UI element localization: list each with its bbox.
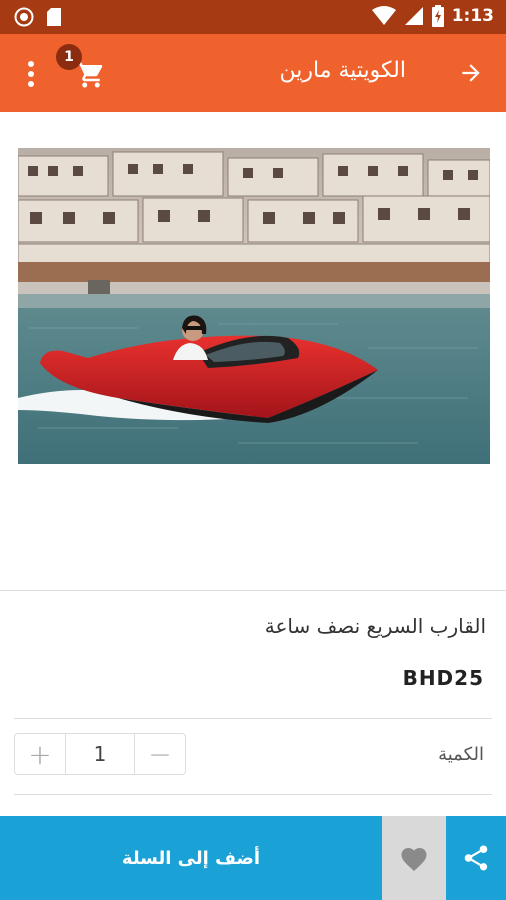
bottom-action-bar: أضف إلى السلة: [0, 816, 506, 900]
quantity-stepper: + 1 −: [14, 733, 186, 775]
share-button[interactable]: [446, 816, 506, 900]
arrow-forward-icon[interactable]: [458, 60, 484, 86]
status-bar: 1:13: [0, 0, 506, 34]
status-time: 1:13: [451, 6, 494, 26]
add-to-cart-button[interactable]: أضف إلى السلة: [0, 816, 382, 900]
record-icon: [14, 7, 34, 27]
increase-quantity-button[interactable]: +: [15, 734, 65, 774]
page-title: الكويتية مارين: [279, 58, 407, 83]
more-vert-icon[interactable]: [22, 60, 40, 88]
decrease-quantity-button[interactable]: −: [135, 734, 185, 774]
product-name: القارب السريع نصف ساعة: [264, 614, 486, 638]
heart-icon: [401, 848, 427, 871]
battery-icon: [431, 5, 444, 27]
speedboat-photo: [18, 148, 490, 464]
signal-icon: [404, 7, 423, 25]
status-left-icons: [14, 7, 62, 27]
divider: [14, 718, 492, 719]
product-image[interactable]: [18, 148, 490, 464]
share-icon: [464, 845, 488, 871]
quantity-label: الكمية: [438, 744, 484, 765]
favorite-button[interactable]: [382, 816, 446, 900]
sd-card-icon: [47, 8, 61, 26]
product-price: BHD25: [402, 666, 484, 690]
status-right-icons: 1:13: [371, 5, 494, 27]
app-bar: 1 الكويتية مارين: [0, 34, 506, 112]
wifi-icon: [371, 6, 396, 25]
divider: [0, 590, 506, 591]
cart-icon[interactable]: [76, 60, 106, 90]
divider: [14, 794, 492, 795]
cart-count-badge: 1: [56, 44, 82, 70]
quantity-value: 1: [65, 734, 135, 774]
